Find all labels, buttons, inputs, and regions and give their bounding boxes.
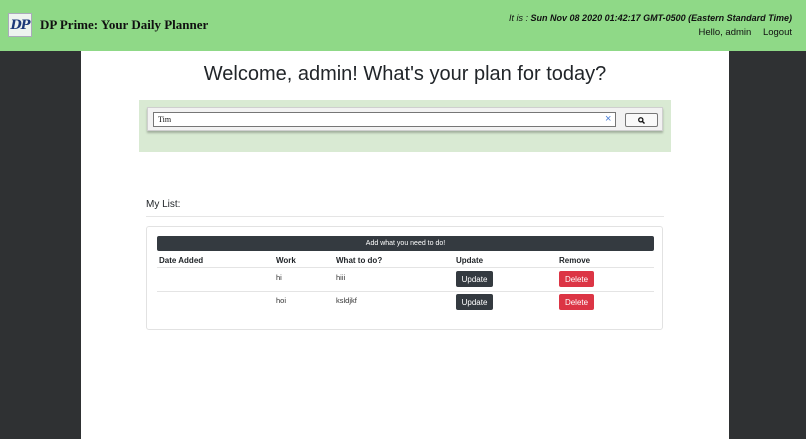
delete-button[interactable]: Delete (559, 294, 594, 310)
cell-todo: hiii (336, 273, 346, 282)
column-header-update: Update (456, 256, 484, 265)
brand-title[interactable]: DP Prime: Your Daily Planner (40, 17, 208, 33)
update-button[interactable]: Update (456, 271, 493, 287)
list-title: My List: (146, 199, 181, 210)
column-header-date: Date Added (159, 256, 204, 265)
table-row-divider (157, 267, 654, 268)
cell-todo: ksldjkf (336, 296, 357, 305)
search-panel: Tim × (139, 100, 671, 152)
list-divider (146, 216, 664, 217)
page-title: Welcome, admin! What's your plan for tod… (203, 63, 607, 85)
update-button[interactable]: Update (456, 294, 493, 310)
add-todo-button[interactable]: Add what you need to do! (157, 236, 654, 251)
greeting-text: Hello, admin (698, 27, 752, 38)
delete-button[interactable]: Delete (559, 271, 594, 287)
header-bar: DP DP Prime: Your Daily Planner It is : … (0, 0, 806, 51)
clock-value: Sun Nov 08 2020 01:42:17 GMT-0500 (Easte… (530, 13, 792, 23)
column-header-remove: Remove (559, 256, 591, 265)
todo-card: Add what you need to do! Date Added Work… (146, 226, 663, 330)
table-row-divider (157, 291, 654, 292)
column-header-todo: What to do? (336, 256, 383, 265)
search-bar: Tim × (147, 107, 663, 131)
main-container: Welcome, admin! What's your plan for tod… (81, 51, 729, 439)
search-icon (638, 116, 645, 124)
header-right: It is : Sun Nov 08 2020 01:42:17 GMT-050… (509, 13, 792, 38)
logo-text: DP (10, 17, 30, 33)
search-button[interactable] (625, 113, 658, 127)
column-header-work: Work (276, 256, 296, 265)
clear-search-icon[interactable]: × (605, 112, 611, 126)
logout-link[interactable]: Logout (763, 27, 792, 38)
cell-work: hoi (276, 296, 287, 305)
clock-display: It is : Sun Nov 08 2020 01:42:17 GMT-050… (509, 13, 792, 23)
search-input[interactable]: Tim (153, 112, 616, 127)
user-menu: Hello, admin Logout (509, 27, 792, 38)
cell-work: hi (276, 273, 282, 282)
app-logo[interactable]: DP (8, 13, 32, 37)
clock-prefix: It is : (509, 13, 531, 23)
